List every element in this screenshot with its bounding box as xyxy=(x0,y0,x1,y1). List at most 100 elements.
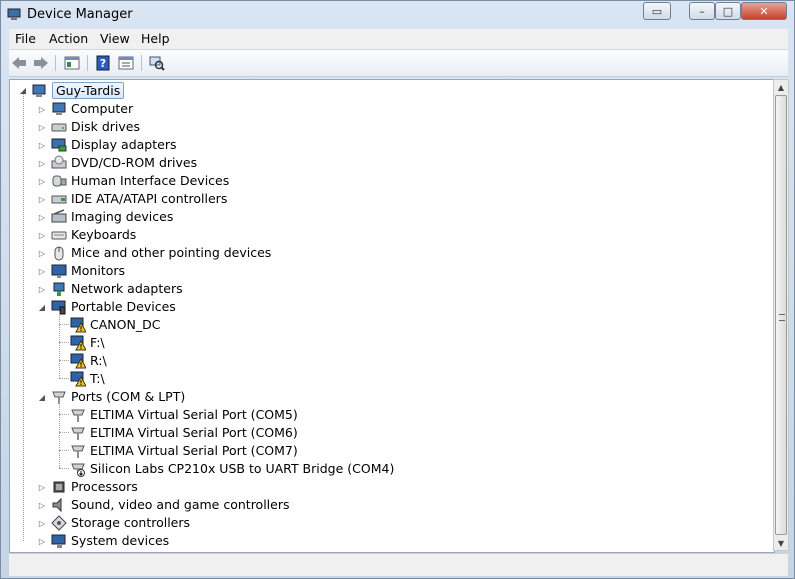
tree-device-label[interactable]: ELTIMA Virtual Serial Port (COM5) xyxy=(90,407,298,422)
tree-category-label[interactable]: IDE ATA/ATAPI controllers xyxy=(71,191,227,206)
back-arrow-icon[interactable] xyxy=(9,53,29,73)
collapse-arrow-icon[interactable]: ◢ xyxy=(37,392,47,402)
tree-category-label[interactable]: Monitors xyxy=(71,263,125,278)
tree-device-label[interactable]: CANON_DC xyxy=(90,317,160,332)
maximize-button[interactable]: □ xyxy=(715,2,741,20)
expand-arrow-icon[interactable]: ▷ xyxy=(37,122,47,132)
scroll-thumb[interactable] xyxy=(775,95,787,535)
ide-controller-icon xyxy=(51,195,67,204)
tree-root-label[interactable]: Guy-Tardis xyxy=(52,82,125,99)
tree-device[interactable]: CANON_DC xyxy=(10,316,710,333)
expand-arrow-icon[interactable]: ▷ xyxy=(37,518,47,528)
tree-category-label[interactable]: Mice and other pointing devices xyxy=(71,245,271,260)
tree-category[interactable]: ▷ Human Interface Devices xyxy=(10,172,710,189)
status-bar xyxy=(9,553,788,576)
tree-device[interactable]: ELTIMA Virtual Serial Port (COM5) xyxy=(10,406,710,423)
tree-category[interactable]: ◢ Ports (COM & LPT) xyxy=(10,388,710,405)
tree-category[interactable]: ▷ Monitors xyxy=(10,262,710,279)
mouse-icon xyxy=(54,246,64,261)
toolbar-separator xyxy=(55,55,56,71)
tree-category[interactable]: ◢ Portable Devices xyxy=(10,298,710,315)
expand-arrow-icon[interactable]: ▷ xyxy=(37,176,47,186)
vertical-scrollbar[interactable]: ▲ ▼ xyxy=(773,79,789,551)
tree-category-label[interactable]: Storage controllers xyxy=(71,515,190,530)
tree-category[interactable]: ▷ Disk drives xyxy=(10,118,710,135)
tree-device-label[interactable]: R:\ xyxy=(90,353,107,368)
expand-arrow-icon[interactable]: ▷ xyxy=(37,500,47,510)
tree-device-label[interactable]: ELTIMA Virtual Serial Port (COM6) xyxy=(90,425,298,440)
expand-arrow-icon[interactable]: ▷ xyxy=(37,482,47,492)
expand-arrow-icon[interactable]: ▷ xyxy=(37,194,47,204)
forward-arrow-icon[interactable] xyxy=(31,53,51,73)
system-device-icon xyxy=(51,534,66,548)
tree-category-label[interactable]: Computer xyxy=(71,101,133,116)
help-icon[interactable]: ? xyxy=(93,53,113,73)
expand-arrow-icon[interactable]: ▷ xyxy=(37,158,47,168)
tree-category-label[interactable]: Human Interface Devices xyxy=(71,173,229,188)
device-tree[interactable]: ◢ Guy-Tardis ▷ Computer ▷ Disk drives ▷ Displ… xyxy=(9,79,775,553)
tree-device[interactable]: F:\ xyxy=(10,334,710,351)
tree-category[interactable]: ▷ Mice and other pointing devices xyxy=(10,244,710,261)
computer-icon xyxy=(52,102,66,115)
tree-category-label[interactable]: Network adapters xyxy=(71,281,183,296)
scan-hardware-icon[interactable] xyxy=(147,53,167,73)
tree-device-label[interactable]: ELTIMA Virtual Serial Port (COM7) xyxy=(90,443,298,458)
collapse-arrow-icon[interactable]: ◢ xyxy=(37,302,47,312)
tree-device[interactable]: ELTIMA Virtual Serial Port (COM7) xyxy=(10,442,710,459)
tree-category-label[interactable]: Keyboards xyxy=(71,227,136,242)
expand-arrow-icon[interactable]: ▷ xyxy=(37,266,47,276)
tree-category-label[interactable]: Ports (COM & LPT) xyxy=(71,389,185,404)
tree-device[interactable]: ELTIMA Virtual Serial Port (COM6) xyxy=(10,424,710,441)
expand-arrow-icon[interactable]: ▷ xyxy=(37,212,47,222)
expand-arrow-icon[interactable]: ▷ xyxy=(37,104,47,114)
tree-category-label[interactable]: Portable Devices xyxy=(71,299,176,314)
tree-category[interactable]: ▷ IDE ATA/ATAPI controllers xyxy=(10,190,710,207)
tree-category-label[interactable]: Sound, video and game controllers xyxy=(71,497,290,512)
tree-device[interactable]: T:\ xyxy=(10,370,710,387)
title-bar[interactable]: Device Manager ▭ – □ ✕ xyxy=(1,1,794,29)
menu-help[interactable]: Help xyxy=(141,31,170,46)
tree-connector xyxy=(59,360,69,361)
tree-device[interactable]: Silicon Labs CP210x USB to UART Bridge (… xyxy=(10,460,710,477)
expand-arrow-icon[interactable]: ▷ xyxy=(37,140,47,150)
window-title: Device Manager xyxy=(27,7,133,22)
tree-category[interactable]: ▷ Display adapters xyxy=(10,136,710,153)
tree-category-label[interactable]: System devices xyxy=(71,533,169,548)
tree-category[interactable]: ▷ Keyboards xyxy=(10,226,710,243)
tree-device-label[interactable]: F:\ xyxy=(90,335,105,350)
tree-category[interactable]: ▷ Sound, video and game controllers xyxy=(10,496,710,513)
toolbar: ? xyxy=(9,50,788,77)
menu-file[interactable]: File xyxy=(15,31,36,46)
tree-category-label[interactable]: Display adapters xyxy=(71,137,176,152)
tree-category[interactable]: ▷ Storage controllers xyxy=(10,514,710,531)
tree-device-label[interactable]: Silicon Labs CP210x USB to UART Bridge (… xyxy=(90,461,394,476)
menu-view[interactable]: View xyxy=(100,31,130,46)
tree-device[interactable]: R:\ xyxy=(10,352,710,369)
expand-arrow-icon[interactable]: ▷ xyxy=(37,536,47,546)
tree-device-label[interactable]: T:\ xyxy=(90,371,105,386)
expand-arrow-icon[interactable]: ▷ xyxy=(37,230,47,240)
close-button[interactable]: ✕ xyxy=(741,2,787,20)
tree-connector xyxy=(59,342,69,343)
tree-category[interactable]: ▷ Network adapters xyxy=(10,280,710,297)
tree-category[interactable]: ▷ DVD/CD-ROM drives xyxy=(10,154,710,171)
expand-arrow-icon[interactable]: ▷ xyxy=(37,284,47,294)
scroll-down-arrow-icon[interactable]: ▼ xyxy=(774,536,788,550)
tree-category[interactable]: ▷ System devices xyxy=(10,532,710,549)
scroll-up-arrow-icon[interactable]: ▲ xyxy=(774,80,788,94)
tree-category[interactable]: ▷ Processors xyxy=(10,478,710,495)
tree-category-label[interactable]: Disk drives xyxy=(71,119,140,134)
menu-action[interactable]: Action xyxy=(49,31,88,46)
tree-category[interactable]: ▷ Computer xyxy=(10,100,710,117)
console-tree-icon[interactable] xyxy=(62,53,82,73)
restore-snap-button[interactable]: ▭ xyxy=(643,2,671,20)
tree-connector xyxy=(59,324,69,325)
tree-category-label[interactable]: DVD/CD-ROM drives xyxy=(71,155,197,170)
tree-category-label[interactable]: Imaging devices xyxy=(71,209,173,224)
port-disabled-icon xyxy=(71,463,85,477)
minimize-button[interactable]: – xyxy=(689,2,715,20)
expand-arrow-icon[interactable]: ▷ xyxy=(37,248,47,258)
tree-category[interactable]: ▷ Imaging devices xyxy=(10,208,710,225)
properties-icon[interactable] xyxy=(116,53,136,73)
tree-category-label[interactable]: Processors xyxy=(71,479,138,494)
